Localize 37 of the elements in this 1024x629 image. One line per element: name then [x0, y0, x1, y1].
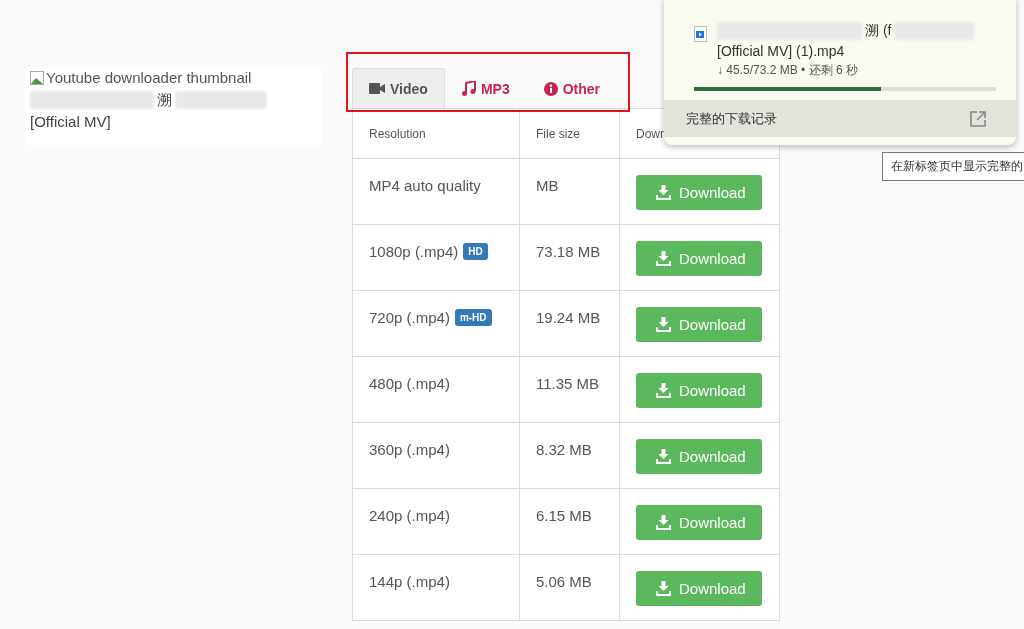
- download-button[interactable]: Download: [636, 175, 762, 210]
- history-bar[interactable]: 完整的下载记录: [664, 100, 1016, 137]
- video-title-text: 溯: [157, 90, 172, 110]
- resolution-text: 720p (.mp4): [369, 309, 450, 326]
- history-link[interactable]: 完整的下载记录: [686, 109, 777, 128]
- column-header: File size: [519, 108, 620, 159]
- download-button[interactable]: Download: [636, 307, 762, 342]
- resolution-text: 360p (.mp4): [369, 441, 450, 458]
- resolution-text: 240p (.mp4): [369, 507, 450, 524]
- download-button[interactable]: Download: [636, 571, 762, 606]
- video-title-text: [Official MV]: [30, 113, 111, 130]
- download-progress-text: ↓ 45.5/73.2 MB • 还剩 6 秒: [717, 62, 859, 79]
- quality-badge: m-HD: [454, 309, 492, 326]
- file-size-text: 6.15 MB: [536, 507, 592, 524]
- format-tab[interactable]: Other: [526, 68, 617, 108]
- file-size-text: 5.06 MB: [536, 573, 592, 590]
- download-button[interactable]: Download: [636, 241, 762, 276]
- file-size-text: 8.32 MB: [536, 441, 592, 458]
- file-name-text: [Official MV] (1).mp4: [717, 42, 846, 61]
- format-tab[interactable]: MP3: [444, 68, 527, 108]
- file-name-text: 溯 (f: [865, 21, 892, 40]
- file-size-text: 73.18 MB: [536, 243, 601, 260]
- resolution-text: MP4 auto quality: [369, 177, 481, 194]
- file-size-text: 11.35 MB: [536, 375, 600, 392]
- format-tab[interactable]: Video: [352, 68, 445, 108]
- resolution-text: 1080p (.mp4): [369, 243, 459, 260]
- resolution-text: 144p (.mp4): [369, 573, 450, 590]
- file-size-text: MB: [536, 177, 559, 194]
- resolution-text: 480p (.mp4): [369, 375, 450, 392]
- download-button[interactable]: Download: [636, 439, 762, 474]
- tooltip: 在新标签页中显示完整的: [882, 152, 1024, 181]
- column-header: Resolution: [352, 108, 520, 159]
- thumbnail-alt-text: Youtube downloader thumbnail: [46, 68, 252, 88]
- download-button[interactable]: Download: [636, 373, 762, 408]
- download-button[interactable]: Download: [636, 505, 762, 540]
- file-size-text: 19.24 MB: [536, 309, 601, 326]
- quality-badge: HD: [463, 243, 488, 260]
